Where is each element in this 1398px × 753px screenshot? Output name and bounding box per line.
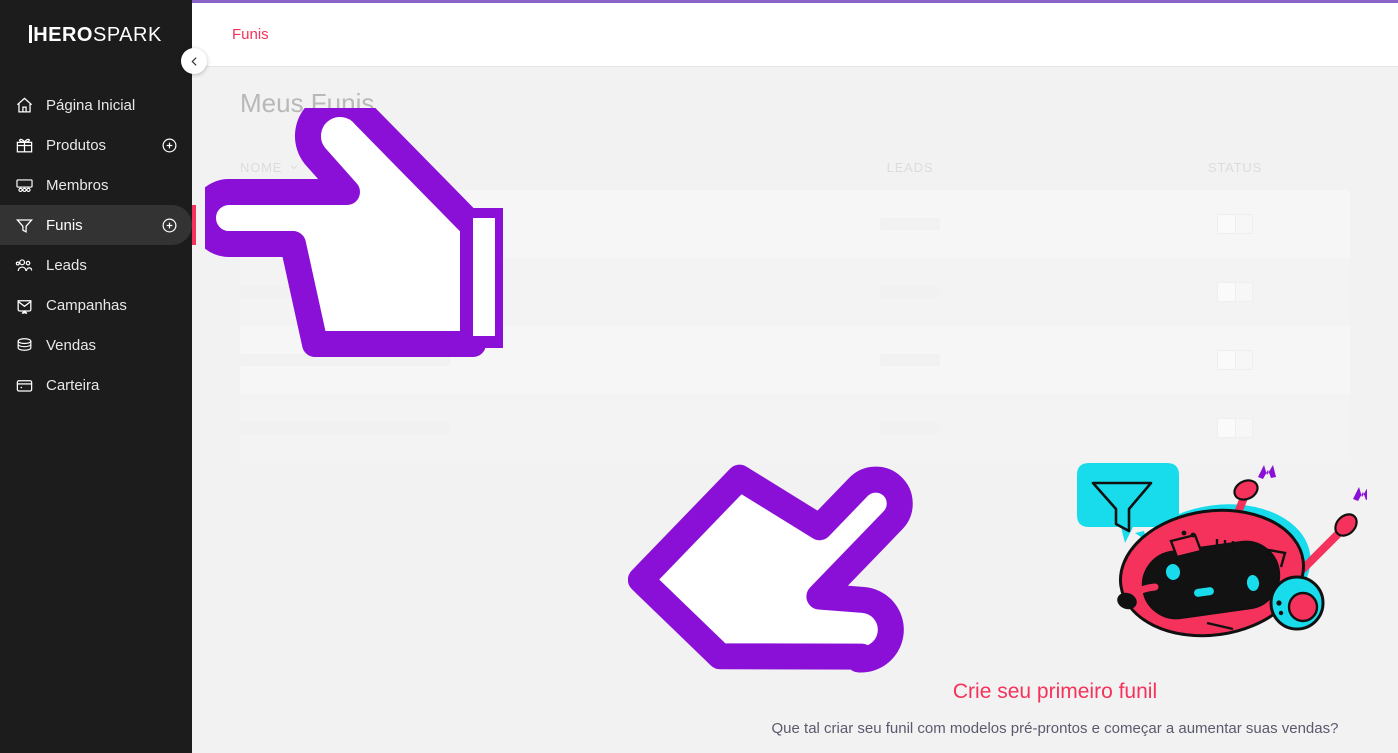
table-row [240,258,1350,326]
row-cell-nome [240,286,700,298]
empty-state-panel: Crie seu primeiro funil Que tal criar se… [712,398,1398,753]
sidebar-label: Leads [46,256,87,274]
add-funil-icon[interactable] [158,214,180,236]
chevron-down-icon [290,165,298,170]
logo-hero-text: HERO [29,24,93,47]
row-cell-nome [240,422,700,434]
funnel-icon [12,213,36,237]
wallet-icon [12,373,36,397]
empty-state-subtitle: Que tal criar seu funil com modelos pré-… [771,720,1339,737]
coins-icon [12,333,36,357]
sidebar-item-funis[interactable]: Funis [0,205,196,245]
sidebar-nav: Página Inicial Produtos Membros Funis Le… [0,85,196,405]
sidebar-item-pagina-inicial[interactable]: Página Inicial [0,85,192,125]
column-header-leads: LEADS [886,159,934,175]
content-area: Meus Funis NOME LEADS STATUS Crie seu pr… [192,68,1398,753]
status-toggle[interactable] [1217,282,1253,302]
app-root: HERO SPARK Página Inicial Produtos Membr… [0,0,1398,753]
sidebar-item-campanhas[interactable]: Campanhas [0,285,192,325]
envelope-icon [12,293,36,317]
table-row [240,190,1350,258]
people-icon [12,253,36,277]
sidebar-item-membros[interactable]: Membros [0,165,192,205]
row-cell-nome [240,218,700,230]
column-header-nome[interactable]: NOME [240,160,700,175]
robot-mascot-icon [1067,463,1371,658]
sidebar-item-carteira[interactable]: Carteira [0,365,192,405]
table-header: NOME LEADS STATUS [240,152,1350,182]
row-cell-leads [700,286,1120,298]
main-region: Funis Meus Funis NOME LEADS STATUS Crie … [192,0,1398,753]
status-toggle[interactable] [1217,214,1253,234]
sidebar-label: Produtos [46,136,107,154]
sidebar-item-leads[interactable]: Leads [0,245,192,285]
row-cell-nome [240,354,700,366]
sidebar-label: Funis [46,216,83,234]
sidebar-collapse-button[interactable] [181,48,207,74]
chevron-left-icon [190,56,197,66]
row-cell-status [1120,350,1350,370]
table-row [240,326,1350,394]
sidebar-label: Carteira [46,376,100,394]
column-header-nome-label: NOME [240,159,283,175]
sidebar-label: Página Inicial [46,96,136,114]
sidebar-item-produtos[interactable]: Produtos [0,125,192,165]
sidebar-item-vendas[interactable]: Vendas [0,325,192,365]
row-cell-leads [700,354,1120,366]
breadcrumb-funis[interactable]: Funis [232,26,269,43]
sidebar: HERO SPARK Página Inicial Produtos Membr… [0,0,196,753]
status-toggle[interactable] [1217,350,1253,370]
members-icon [12,173,36,197]
sidebar-label: Membros [46,176,109,194]
sidebar-label: Vendas [46,336,97,354]
row-cell-status [1120,282,1350,302]
empty-state-title: Crie seu primeiro funil [952,680,1158,703]
brand-logo[interactable]: HERO SPARK [0,0,192,70]
add-produto-icon[interactable] [158,134,180,156]
row-cell-leads [700,218,1120,230]
logo-spark-text: SPARK [92,23,162,46]
column-header-status: STATUS [1207,159,1263,175]
home-icon [12,93,36,117]
sidebar-label: Campanhas [46,296,127,314]
row-cell-status [1120,214,1350,234]
topbar: Funis [192,3,1398,67]
page-title: Meus Funis [240,88,375,118]
gift-box-icon [12,133,36,157]
